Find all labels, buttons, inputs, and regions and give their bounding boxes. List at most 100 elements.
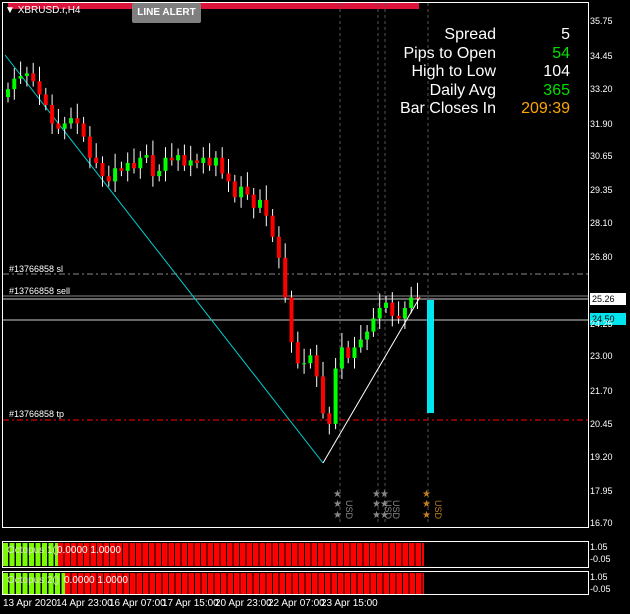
time-tick: 14 Apr 23:00: [56, 598, 113, 609]
candle-bull: [365, 331, 370, 340]
candle-bear: [226, 173, 231, 182]
candle-bull: [188, 160, 193, 166]
price-tick: 35.75: [590, 16, 613, 26]
time-tick: 20 Apr 23:00: [215, 598, 272, 609]
candle-bear: [396, 315, 401, 319]
cyan-bar: [427, 300, 434, 413]
candle-bull: [62, 123, 67, 129]
indicator-values: 0.0000 1.0000: [57, 545, 121, 556]
info-value: 365: [543, 81, 570, 99]
price-tick: 24.25: [590, 319, 613, 329]
candle-bull: [113, 168, 118, 182]
candle-bull: [125, 162, 130, 171]
candle-bear: [264, 199, 269, 216]
news-star-icon: ★: [422, 510, 431, 521]
candle-bull: [352, 347, 357, 358]
time-tick: 16 Apr 07:00: [109, 598, 166, 609]
indicator-max: 1.05: [590, 572, 608, 582]
info-label: Spread: [444, 26, 496, 43]
news-star-icon: ★: [380, 499, 389, 510]
indicator-max: 1.05: [590, 542, 608, 552]
price-tick: 26.80: [590, 252, 613, 262]
candle-bear: [295, 342, 300, 364]
price-tick: 28.10: [590, 218, 613, 228]
price-tick: 20.45: [590, 419, 613, 429]
news-currency-label: USD: [344, 500, 354, 520]
candle-bear: [94, 157, 99, 163]
candle-bull: [333, 368, 338, 424]
info-value: 209:39: [521, 100, 570, 117]
candle-bear: [150, 155, 155, 177]
candle-bear: [232, 181, 237, 198]
candle-bull: [157, 170, 162, 177]
candle-bear: [390, 302, 395, 316]
candle-bear: [43, 94, 48, 106]
candle-bear: [245, 186, 250, 195]
candle-bull: [69, 118, 73, 124]
info-label: Pips to Open: [403, 44, 497, 62]
candle-bear: [106, 176, 111, 182]
price-tick: 19.20: [590, 452, 613, 462]
candle-bull: [163, 157, 168, 171]
candle-bull: [201, 157, 206, 163]
price-tick: 30.65: [590, 151, 613, 161]
candle-bull: [358, 339, 363, 348]
candle-bull: [384, 302, 388, 308]
candle-bear: [100, 162, 105, 177]
candle-bull: [377, 307, 382, 319]
candle-bull: [258, 199, 262, 208]
indicator-label: Octopus 2(): [7, 575, 60, 586]
candle-bear: [270, 215, 275, 237]
tp-tag: #13766858 tp: [9, 409, 65, 419]
candle-bull: [138, 157, 143, 169]
info-value: 104: [543, 63, 570, 80]
candle-bull: [409, 297, 414, 308]
price-tick: 33.20: [590, 84, 613, 94]
candle-bear: [119, 168, 124, 171]
candle-bull: [24, 73, 29, 77]
candle-bear: [50, 105, 55, 124]
candle-bull: [12, 78, 17, 90]
candle-bear: [251, 194, 256, 208]
price-tick: 29.35: [590, 185, 613, 195]
price-tick: 34.45: [590, 51, 613, 61]
candle-bull: [402, 307, 407, 319]
info-label: High to Low: [411, 63, 497, 80]
candle-bear: [276, 236, 281, 258]
time-tick: 23 Apr 15:00: [321, 598, 378, 609]
candle-bull: [371, 318, 376, 332]
candle-bear: [31, 73, 36, 82]
time-tick: 17 Apr 15:00: [162, 598, 219, 609]
news-currency-label: USD: [433, 500, 443, 520]
candle-bear: [87, 136, 92, 158]
candle-bull: [144, 155, 149, 158]
candle-bear: [195, 160, 199, 163]
indicator-label: Octopus 1(): [7, 545, 60, 556]
candle-bear: [415, 297, 420, 299]
price-tick: 23.00: [590, 351, 613, 361]
candle-bull: [176, 155, 181, 161]
price-tick: 31.90: [590, 119, 613, 129]
candle-bear: [56, 123, 61, 129]
info-value: 54: [552, 44, 570, 62]
candle-bear: [321, 376, 325, 414]
candle-bear: [283, 257, 288, 298]
indicator-min: -0.05: [590, 554, 611, 564]
candle-bull: [6, 89, 10, 98]
candle-bear: [132, 162, 136, 169]
sl-tag: #13766858 sl: [9, 264, 64, 274]
candle-bear: [327, 413, 332, 424]
news-star-icon: ★: [380, 510, 389, 521]
price-tick: 17.95: [590, 486, 613, 496]
candle-bear: [169, 157, 174, 161]
ask-price-label: 25.26: [590, 293, 626, 305]
indicator-min: -0.05: [590, 584, 611, 594]
time-tick: 13 Apr 2020: [3, 598, 57, 609]
price-tick: 21.70: [590, 386, 613, 396]
candle-bull: [213, 157, 218, 166]
price-tick: 16.70: [590, 518, 613, 528]
candle-bear: [314, 355, 319, 377]
candle-bear: [346, 347, 351, 358]
news-star-icon: ★: [333, 499, 342, 510]
candle-bear: [75, 118, 80, 124]
